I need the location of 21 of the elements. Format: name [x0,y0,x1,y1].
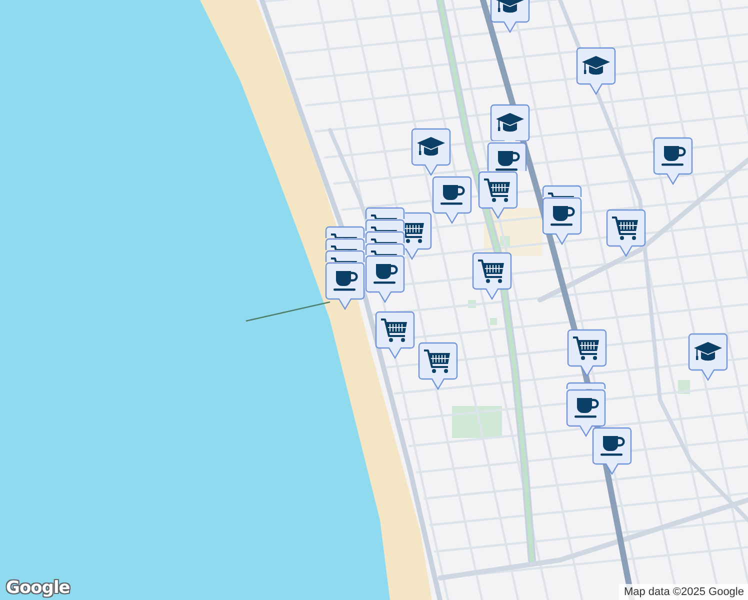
coffee-cup-icon [550,206,575,226]
map-attribution: Map data ©2025 Google [618,584,748,600]
coffee-cup-icon [374,264,398,284]
coffee-cup-icon [440,185,465,205]
google-logo[interactable]: Google [6,578,70,598]
shopping-cart-icon [478,260,504,283]
graduation-cap-icon [582,56,610,75]
coffee-cup-icon [662,146,686,166]
shopping-cart-icon [424,350,450,373]
coffee-cup-icon [600,436,625,456]
graduation-cap-icon [694,342,722,361]
park-area [490,318,497,325]
coffee-cup-icon [574,398,599,418]
graduation-cap-icon [417,137,445,156]
coffee-cup-icon [496,151,520,171]
shopping-cart-icon [484,178,510,202]
shopping-cart-icon [573,336,599,360]
shopping-cart-icon [612,216,638,240]
shopping-cart-icon [381,318,407,342]
coffee-cup-icon [334,271,358,291]
graduation-cap-icon [496,113,524,132]
